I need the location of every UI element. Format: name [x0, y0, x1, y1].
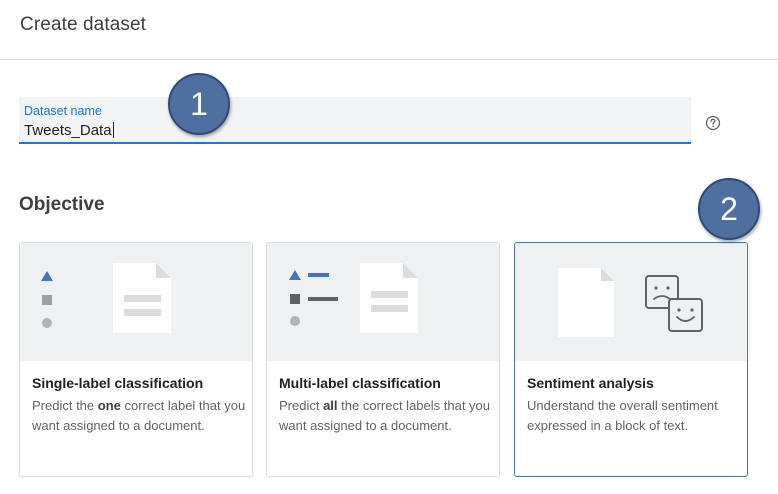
square-icon — [290, 294, 300, 304]
square-icon — [42, 295, 52, 305]
circle-icon — [42, 318, 52, 328]
card-title: Sentiment analysis — [527, 375, 654, 391]
single-label-illustration — [20, 243, 252, 361]
page-title: Create dataset — [20, 14, 147, 35]
multi-label-illustration — [267, 243, 499, 361]
dataset-name-input[interactable]: Tweets_Data — [24, 122, 114, 139]
circle-icon — [290, 316, 300, 326]
callout-badge-1: 1 — [168, 73, 230, 135]
objective-card-single-label[interactable]: Single-label classification Predict the … — [19, 242, 253, 477]
objective-card-multi-label[interactable]: Multi-label classification Predict all t… — [266, 242, 500, 477]
card-description: Predict all the correct labels that you … — [279, 398, 491, 433]
sentiment-illustration — [515, 243, 747, 361]
callout-badge-2: 2 — [698, 178, 760, 240]
card-title: Single-label classification — [32, 375, 204, 391]
help-circle-icon[interactable] — [705, 115, 721, 131]
card-title: Multi-label classification — [279, 375, 441, 391]
sentiment-faces-icon — [645, 275, 703, 332]
page-header: Create dataset — [0, 0, 778, 60]
dataset-name-label: Dataset name — [24, 104, 102, 118]
dataset-name-value: Tweets_Data — [24, 122, 112, 139]
objective-card-sentiment[interactable]: Sentiment analysis Understand the overal… — [514, 242, 748, 477]
card-description: Understand the overall sentiment express… — [527, 398, 718, 433]
triangle-icon — [289, 270, 301, 280]
triangle-icon — [41, 271, 53, 281]
text-caret — [112, 122, 114, 138]
objective-heading: Objective — [19, 194, 105, 215]
card-description: Predict the one correct label that you w… — [32, 398, 246, 433]
dataset-name-field[interactable]: Dataset name Tweets_Data — [19, 97, 691, 144]
